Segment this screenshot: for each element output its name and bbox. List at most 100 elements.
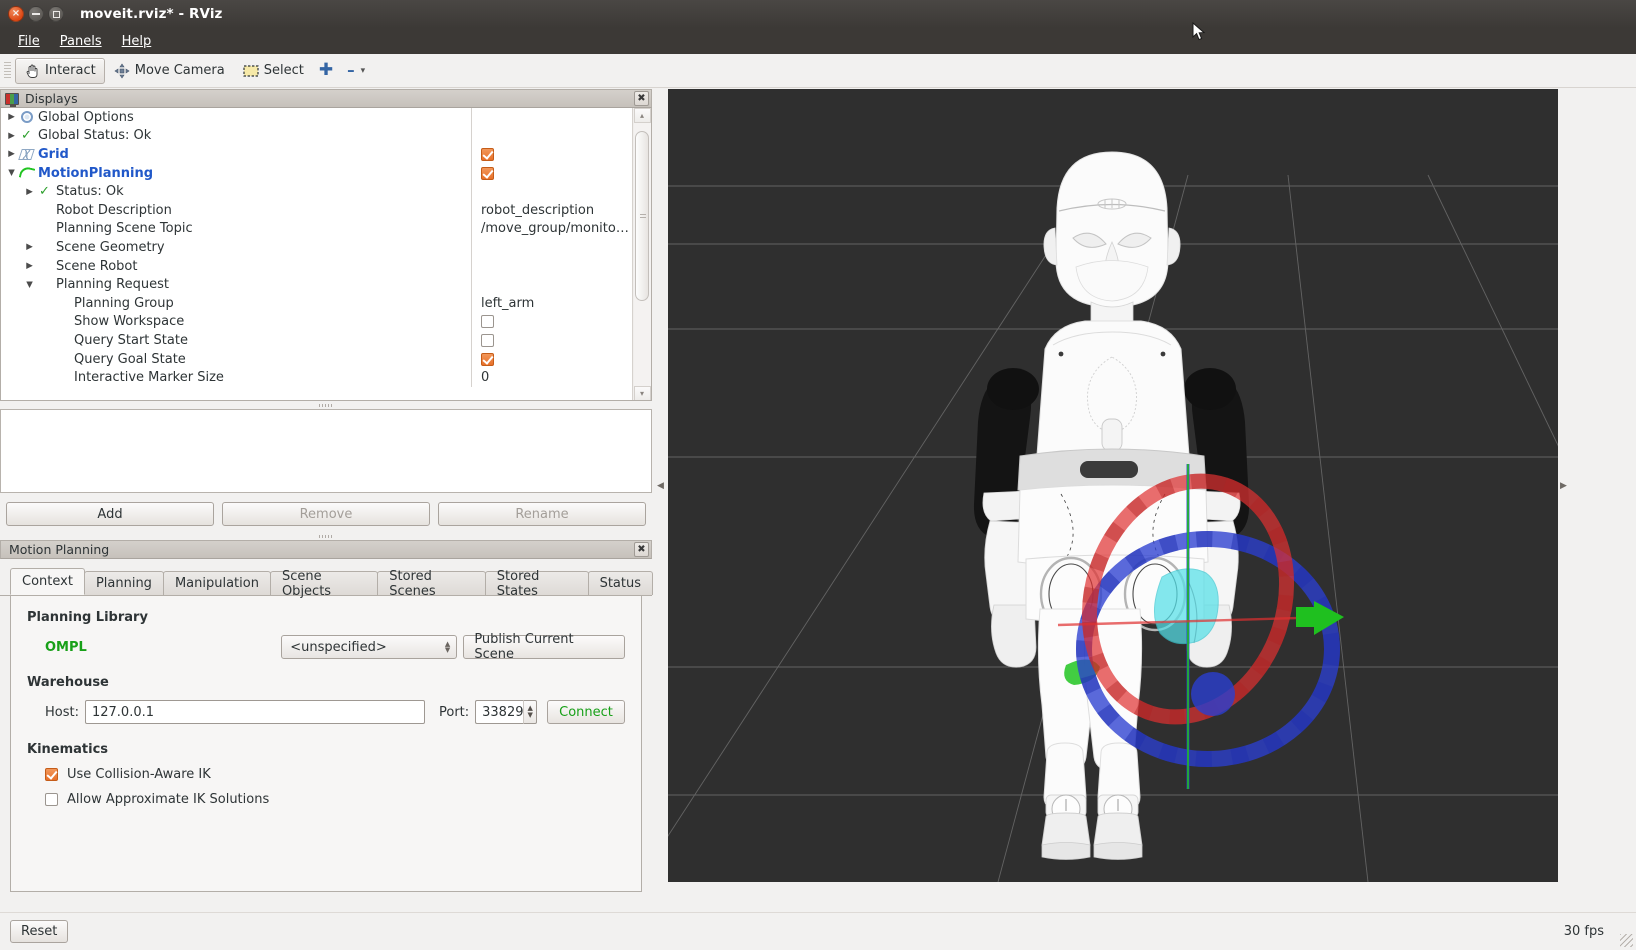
tree-expand-arrow-icon[interactable]: ▶ bbox=[23, 187, 36, 197]
display-tree-label-cell[interactable]: ▶ ✓ Global Status: Ok bbox=[1, 127, 471, 146]
scrollbar-thumb[interactable] bbox=[634, 131, 649, 301]
allow-approximate-ik-row[interactable]: Allow Approximate IK Solutions bbox=[45, 792, 625, 807]
display-tree-value-cell[interactable]: robot_description bbox=[471, 200, 633, 220]
display-tree-label-cell[interactable]: ▶ Query Start State bbox=[1, 331, 471, 350]
display-tree-row[interactable]: ▶ Robot Description robot_description bbox=[1, 200, 633, 220]
tab-scene-objects[interactable]: Scene Objects bbox=[269, 569, 379, 599]
display-property-checkbox[interactable] bbox=[481, 315, 494, 329]
use-collision-aware-ik-row[interactable]: Use Collision-Aware IK bbox=[45, 767, 625, 782]
display-tree-value-cell[interactable]: /move_group/monito… bbox=[471, 219, 633, 239]
scrollbar-track[interactable] bbox=[633, 123, 651, 386]
menu-file[interactable]: File bbox=[8, 31, 50, 52]
tab-stored-states[interactable]: Stored States bbox=[484, 569, 589, 599]
motion-planning-splitter-handle[interactable] bbox=[0, 532, 652, 540]
display-tree-row[interactable]: ▼ Planning Request bbox=[1, 275, 633, 294]
display-tree-value-cell[interactable] bbox=[471, 163, 633, 183]
dock-view-splitter[interactable]: ◀ bbox=[654, 89, 667, 882]
display-property-checkbox[interactable] bbox=[481, 147, 494, 161]
tree-expand-arrow-icon[interactable]: ▶ bbox=[23, 261, 36, 271]
window-minimize-button[interactable] bbox=[28, 6, 44, 22]
display-tree-row[interactable]: ▶ Grid bbox=[1, 145, 633, 164]
display-tree-row[interactable]: ▶ Planning Group left_arm bbox=[1, 293, 633, 313]
display-tree-label-cell[interactable]: ▶ Interactive Marker Size bbox=[1, 368, 471, 387]
display-tree-label-cell[interactable]: ▶ Query Goal State bbox=[1, 350, 471, 369]
displays-tree-scrollbar[interactable]: ▴ ▾ bbox=[632, 108, 651, 400]
display-tree-value-cell[interactable] bbox=[471, 349, 633, 369]
add-display-button[interactable]: Add bbox=[6, 502, 214, 526]
tab-status[interactable]: Status bbox=[587, 571, 653, 595]
tool-remove-button[interactable]: – bbox=[339, 63, 357, 78]
tab-planning[interactable]: Planning bbox=[83, 571, 164, 595]
display-tree-value-cell[interactable] bbox=[471, 145, 633, 164]
display-property-checkbox[interactable] bbox=[481, 166, 494, 180]
collapse-left-arrow-icon[interactable]: ◀ bbox=[657, 481, 664, 491]
planner-select[interactable]: <unspecified> ▲ ▼ bbox=[281, 635, 458, 659]
display-tree-row[interactable]: ▶ Scene Robot bbox=[1, 256, 633, 276]
tree-expand-arrow-icon[interactable]: ▶ bbox=[5, 131, 18, 141]
display-property-checkbox[interactable] bbox=[481, 333, 494, 347]
scroll-up-arrow-icon[interactable]: ▴ bbox=[633, 108, 651, 123]
display-tree-row[interactable]: ▶ Global Options bbox=[1, 108, 633, 127]
warehouse-port-input[interactable]: 33829 bbox=[475, 700, 524, 724]
window-maximize-button[interactable] bbox=[48, 6, 64, 22]
tree-expand-arrow-icon[interactable]: ▶ bbox=[5, 149, 18, 159]
display-tree-value-cell[interactable] bbox=[471, 182, 633, 201]
display-property-checkbox[interactable] bbox=[481, 352, 494, 366]
display-tree-value-cell[interactable] bbox=[471, 238, 633, 257]
motion-planning-tabbar[interactable]: Context Planning Manipulation Scene Objects… bbox=[0, 568, 653, 599]
allow-approximate-ik-checkbox[interactable] bbox=[45, 793, 58, 806]
scroll-down-arrow-icon[interactable]: ▾ bbox=[633, 386, 651, 400]
display-tree-row[interactable]: ▶ ✓ Global Status: Ok bbox=[1, 126, 633, 146]
display-tree-label-cell[interactable]: ▶ Grid bbox=[1, 145, 471, 164]
toolbar-overflow-chevron-down-icon[interactable]: ▾ bbox=[357, 66, 366, 76]
display-tree-label-cell[interactable]: ▶ Planning Scene Topic bbox=[1, 220, 471, 239]
tab-manipulation[interactable]: Manipulation bbox=[162, 571, 271, 595]
display-tree-row[interactable]: ▶ Scene Geometry bbox=[1, 238, 633, 257]
display-tree-row[interactable]: ▶ Planning Scene Topic/move_group/monito… bbox=[1, 219, 633, 239]
port-stepper-icon[interactable]: ▲ ▼ bbox=[523, 700, 538, 724]
warehouse-connect-button[interactable]: Connect bbox=[547, 700, 625, 724]
display-tree-label-cell[interactable]: ▶ Global Options bbox=[1, 108, 471, 127]
display-tree-value-cell[interactable] bbox=[471, 256, 633, 276]
display-tree-value-cell[interactable] bbox=[471, 126, 633, 146]
display-tree-value-cell[interactable] bbox=[471, 108, 633, 127]
use-collision-aware-ik-checkbox[interactable] bbox=[45, 768, 58, 781]
window-close-button[interactable]: × bbox=[8, 6, 24, 22]
tree-expand-arrow-icon[interactable]: ▼ bbox=[5, 168, 18, 178]
tool-interact-button[interactable]: Interact bbox=[15, 57, 105, 84]
display-tree-label-cell[interactable]: ▶ Scene Geometry bbox=[1, 238, 471, 257]
displays-tree[interactable]: ▶ Global Options ▶ ✓ Global Status: Ok ▶ Grid ▼… bbox=[1, 108, 633, 400]
display-tree-row[interactable]: ▼ MotionPlanning bbox=[1, 163, 633, 183]
display-tree-label-cell[interactable]: ▶ ✓ Status: Ok bbox=[1, 182, 471, 201]
rename-display-button[interactable]: Rename bbox=[438, 502, 646, 526]
display-tree-label-cell[interactable]: ▼ Planning Request bbox=[1, 275, 471, 294]
tree-expand-arrow-icon[interactable]: ▶ bbox=[5, 112, 18, 122]
tree-expand-arrow-icon[interactable]: ▼ bbox=[23, 280, 36, 290]
reset-button[interactable]: Reset bbox=[10, 920, 69, 943]
tab-stored-scenes[interactable]: Stored Scenes bbox=[377, 569, 486, 599]
display-tree-label-cell[interactable]: ▶ Scene Robot bbox=[1, 257, 471, 276]
display-tree-label-cell[interactable]: ▶ Robot Description bbox=[1, 201, 471, 220]
displays-panel-close-icon[interactable]: ✖ bbox=[634, 91, 649, 106]
expand-right-arrow-icon[interactable]: ▶ bbox=[1560, 481, 1567, 491]
display-tree-row[interactable]: ▶ ✓ Status: Ok bbox=[1, 182, 633, 201]
tree-expand-arrow-icon[interactable]: ▶ bbox=[23, 242, 36, 252]
publish-current-scene-button[interactable]: Publish Current Scene bbox=[463, 632, 625, 662]
display-tree-value-cell[interactable] bbox=[471, 331, 633, 350]
tool-select-button[interactable]: Select bbox=[234, 58, 313, 84]
display-tree-value-cell[interactable] bbox=[471, 312, 633, 332]
display-tree-row[interactable]: ▶ Interactive Marker Size 0 bbox=[1, 368, 633, 387]
window-resize-grip[interactable] bbox=[1620, 934, 1633, 947]
display-tree-row[interactable]: ▶ Query Start State bbox=[1, 331, 633, 350]
display-tree-value-cell[interactable] bbox=[471, 275, 633, 294]
remove-display-button[interactable]: Remove bbox=[222, 502, 430, 526]
display-tree-label-cell[interactable]: ▶ Planning Group bbox=[1, 294, 471, 313]
tool-move-camera-button[interactable]: Move Camera bbox=[105, 58, 234, 84]
toolbar-drag-handle[interactable] bbox=[4, 61, 11, 80]
menu-help[interactable]: Help bbox=[112, 31, 162, 52]
motion-planning-panel-close-icon[interactable]: ✖ bbox=[634, 542, 649, 557]
tab-context[interactable]: Context bbox=[10, 568, 85, 595]
display-tree-label-cell[interactable]: ▼ MotionPlanning bbox=[1, 164, 471, 183]
display-tree-value-cell[interactable]: 0 bbox=[471, 368, 633, 387]
menu-panels[interactable]: Panels bbox=[50, 31, 112, 52]
